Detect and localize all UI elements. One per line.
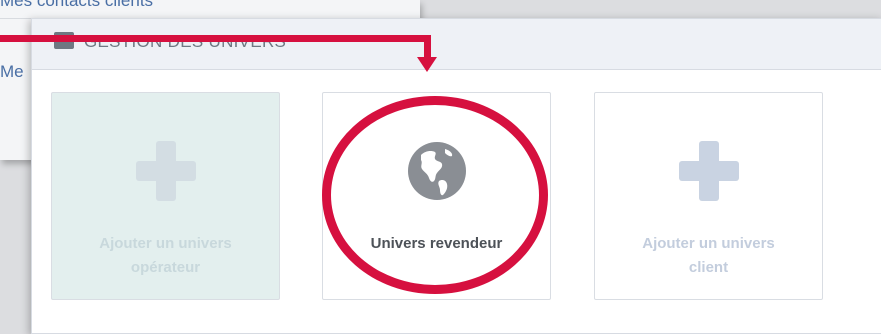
annotation-arrow-line: [0, 35, 431, 42]
add-client-universe-card[interactable]: Ajouter un univers client: [594, 92, 823, 300]
plus-icon: [135, 141, 196, 201]
background-menu-item[interactable]: Me: [0, 62, 24, 82]
add-operator-universe-card: Ajouter un univers opérateur: [51, 92, 280, 300]
annotation-arrow-head: [417, 57, 437, 72]
panel-header: GESTION DES UNIVERS: [32, 19, 881, 70]
annotation-highlight-ellipse: [322, 96, 548, 294]
card-label: opérateur: [130, 259, 201, 276]
background-menu-item[interactable]: Mes contacts clients: [0, 0, 153, 11]
plus-icon: [678, 141, 739, 201]
card-label: client: [688, 259, 729, 276]
